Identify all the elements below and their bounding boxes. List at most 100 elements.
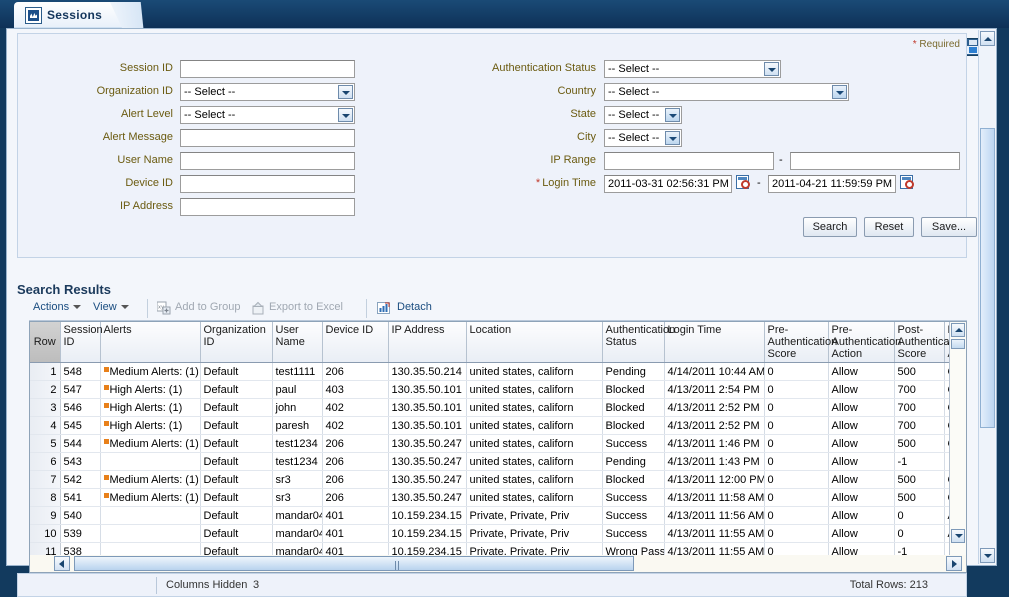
column-header-location[interactable]: Location — [466, 322, 602, 363]
table-horizontal-scrollbar[interactable] — [29, 555, 967, 573]
login-time-to-input[interactable] — [768, 175, 896, 193]
export-to-excel-button[interactable]: Export to Excel — [269, 301, 343, 313]
column-header-pre-authentication-action[interactable]: Pre-Authentication Action — [828, 322, 894, 363]
cell-location: united states, californ — [466, 363, 602, 381]
scroll-down-icon[interactable] — [951, 529, 965, 543]
cell-post-score: 500 — [894, 489, 944, 507]
chevron-down-icon[interactable] — [832, 85, 847, 99]
table-row[interactable]: 10539Defaultmandar04140140110.159.234.15… — [30, 525, 967, 543]
actions-menu[interactable]: Actions — [33, 301, 81, 313]
chevron-down-icon[interactable] — [665, 108, 680, 122]
scroll-down-icon[interactable] — [980, 548, 995, 563]
chevron-down-icon[interactable] — [338, 108, 353, 122]
cell-post-score: 500 — [894, 435, 944, 453]
authentication-status-value: -- Select -- — [608, 63, 659, 75]
cell-user: sr3 — [272, 471, 322, 489]
alert-message-input[interactable] — [180, 129, 355, 147]
cell-session-id: 548 — [60, 363, 100, 381]
tab-sessions[interactable]: Sessions — [14, 2, 134, 28]
country-value: -- Select -- — [608, 86, 659, 98]
reset-button[interactable]: Reset — [864, 217, 914, 237]
calendar-clock-icon[interactable] — [736, 175, 751, 190]
clock-face — [741, 180, 750, 189]
add-to-group-button[interactable]: Add to Group — [175, 301, 240, 313]
ip-range-from-input[interactable] — [604, 152, 774, 170]
login-time-from-input[interactable] — [604, 175, 732, 193]
cell-post-score: 0 — [894, 525, 944, 543]
column-header-session-id[interactable]: Session ID — [60, 322, 100, 363]
table-row[interactable]: 3546High Alerts: (1)Defaultjohn402130.35… — [30, 399, 967, 417]
cell-ip: 130.35.50.247 — [388, 489, 466, 507]
view-menu[interactable]: View — [93, 301, 129, 313]
cell-location: united states, californ — [466, 381, 602, 399]
chevron-down-icon[interactable] — [764, 62, 779, 76]
results-table-container[interactable]: Row Session ID Alerts Organization ID Us… — [29, 321, 967, 561]
scroll-up-icon[interactable] — [980, 31, 995, 46]
label-ip-address: IP Address — [18, 200, 173, 212]
cell-ip: 130.35.50.247 — [388, 435, 466, 453]
table-row[interactable]: 2547High Alerts: (1)Defaultpaul403130.35… — [30, 381, 967, 399]
country-select[interactable]: -- Select -- — [604, 83, 849, 101]
authentication-status-select[interactable]: -- Select -- — [604, 60, 781, 78]
alert-level-select[interactable]: -- Select -- — [180, 106, 355, 124]
table-status-bar: Columns Hidden 3 Total Rows: 213 — [17, 573, 967, 597]
cell-auth-status: Blocked — [602, 399, 664, 417]
alerts-text: High Alerts: (1) — [110, 420, 183, 432]
table-row[interactable]: 5544Medium Alerts: (1)Defaulttest1234206… — [30, 435, 967, 453]
table-row[interactable]: 6543Defaulttest1234206130.35.50.247unite… — [30, 453, 967, 471]
column-header-user-name[interactable]: User Name — [272, 322, 322, 363]
alert-marker-icon — [104, 439, 109, 444]
table-row[interactable]: 1548Medium Alerts: (1)Defaulttest1111206… — [30, 363, 967, 381]
cell-org: Default — [200, 507, 272, 525]
column-header-ip-address[interactable]: IP Address — [388, 322, 466, 363]
column-header-post-authentication-score[interactable]: Post-Authentication Score — [894, 322, 944, 363]
column-header-alerts[interactable]: Alerts — [100, 322, 200, 363]
device-id-input[interactable] — [180, 175, 355, 193]
scroll-right-icon[interactable] — [946, 556, 962, 571]
table-row[interactable]: 4545High Alerts: (1)Defaultparesh402130.… — [30, 417, 967, 435]
cell-org: Default — [200, 399, 272, 417]
city-select[interactable]: -- Select -- — [604, 129, 682, 147]
table-row[interactable]: 8541Medium Alerts: (1)Defaultsr3206130.3… — [30, 489, 967, 507]
ip-range-to-input[interactable] — [790, 152, 960, 170]
cell-session-id: 546 — [60, 399, 100, 417]
cell-row: 4 — [30, 417, 60, 435]
column-header-login-time[interactable]: Login Time — [664, 322, 764, 363]
table-row[interactable]: 7542Medium Alerts: (1)Defaultsr3206130.3… — [30, 471, 967, 489]
scroll-left-icon[interactable] — [54, 556, 70, 571]
cell-auth-status: Success — [602, 489, 664, 507]
scrollbar-thumb[interactable] — [951, 339, 965, 349]
column-header-device-id[interactable]: Device ID — [322, 322, 388, 363]
organization-id-select[interactable]: -- Select -- — [180, 83, 355, 101]
scroll-up-icon[interactable] — [951, 323, 965, 337]
cell-post-score: 500 — [894, 471, 944, 489]
cell-login-time: 4/13/2011 11:56 AM — [664, 507, 764, 525]
cell-org: Default — [200, 417, 272, 435]
column-header-authentication-status[interactable]: Authentication Status — [602, 322, 664, 363]
column-header-row[interactable]: Row — [30, 322, 60, 363]
hscrollbar-thumb[interactable] — [74, 556, 634, 571]
calendar-clock-icon[interactable] — [900, 175, 915, 190]
column-header-pre-authentication-score[interactable]: Pre-Authentication Score — [764, 322, 828, 363]
chevron-down-icon[interactable] — [338, 85, 353, 99]
state-select[interactable]: -- Select -- — [604, 106, 682, 124]
panel-vertical-scrollbar[interactable] — [978, 30, 995, 564]
ip-address-input[interactable] — [180, 198, 355, 216]
column-header-organization-id[interactable]: Organization ID — [200, 322, 272, 363]
search-button[interactable]: Search — [803, 217, 857, 237]
clock-face — [905, 180, 914, 189]
user-name-input[interactable] — [180, 152, 355, 170]
chevron-down-icon[interactable] — [665, 131, 680, 145]
save-button[interactable]: Save... — [921, 217, 977, 237]
cell-post-score: 700 — [894, 399, 944, 417]
field-row-organization-id: Organization ID -- Select -- — [18, 81, 358, 102]
table-row[interactable]: 9540Defaultmandar04140140110.159.234.15P… — [30, 507, 967, 525]
detach-button[interactable]: Detach — [397, 301, 432, 313]
scrollbar-thumb[interactable] — [980, 128, 995, 428]
cell-pre-action: Allow — [828, 417, 894, 435]
session-id-input[interactable] — [180, 60, 355, 78]
cell-alerts: Medium Alerts: (1) — [100, 489, 200, 507]
table-vertical-scrollbar[interactable] — [949, 322, 966, 560]
cell-alerts: High Alerts: (1) — [100, 381, 200, 399]
cell-ip: 130.35.50.247 — [388, 471, 466, 489]
